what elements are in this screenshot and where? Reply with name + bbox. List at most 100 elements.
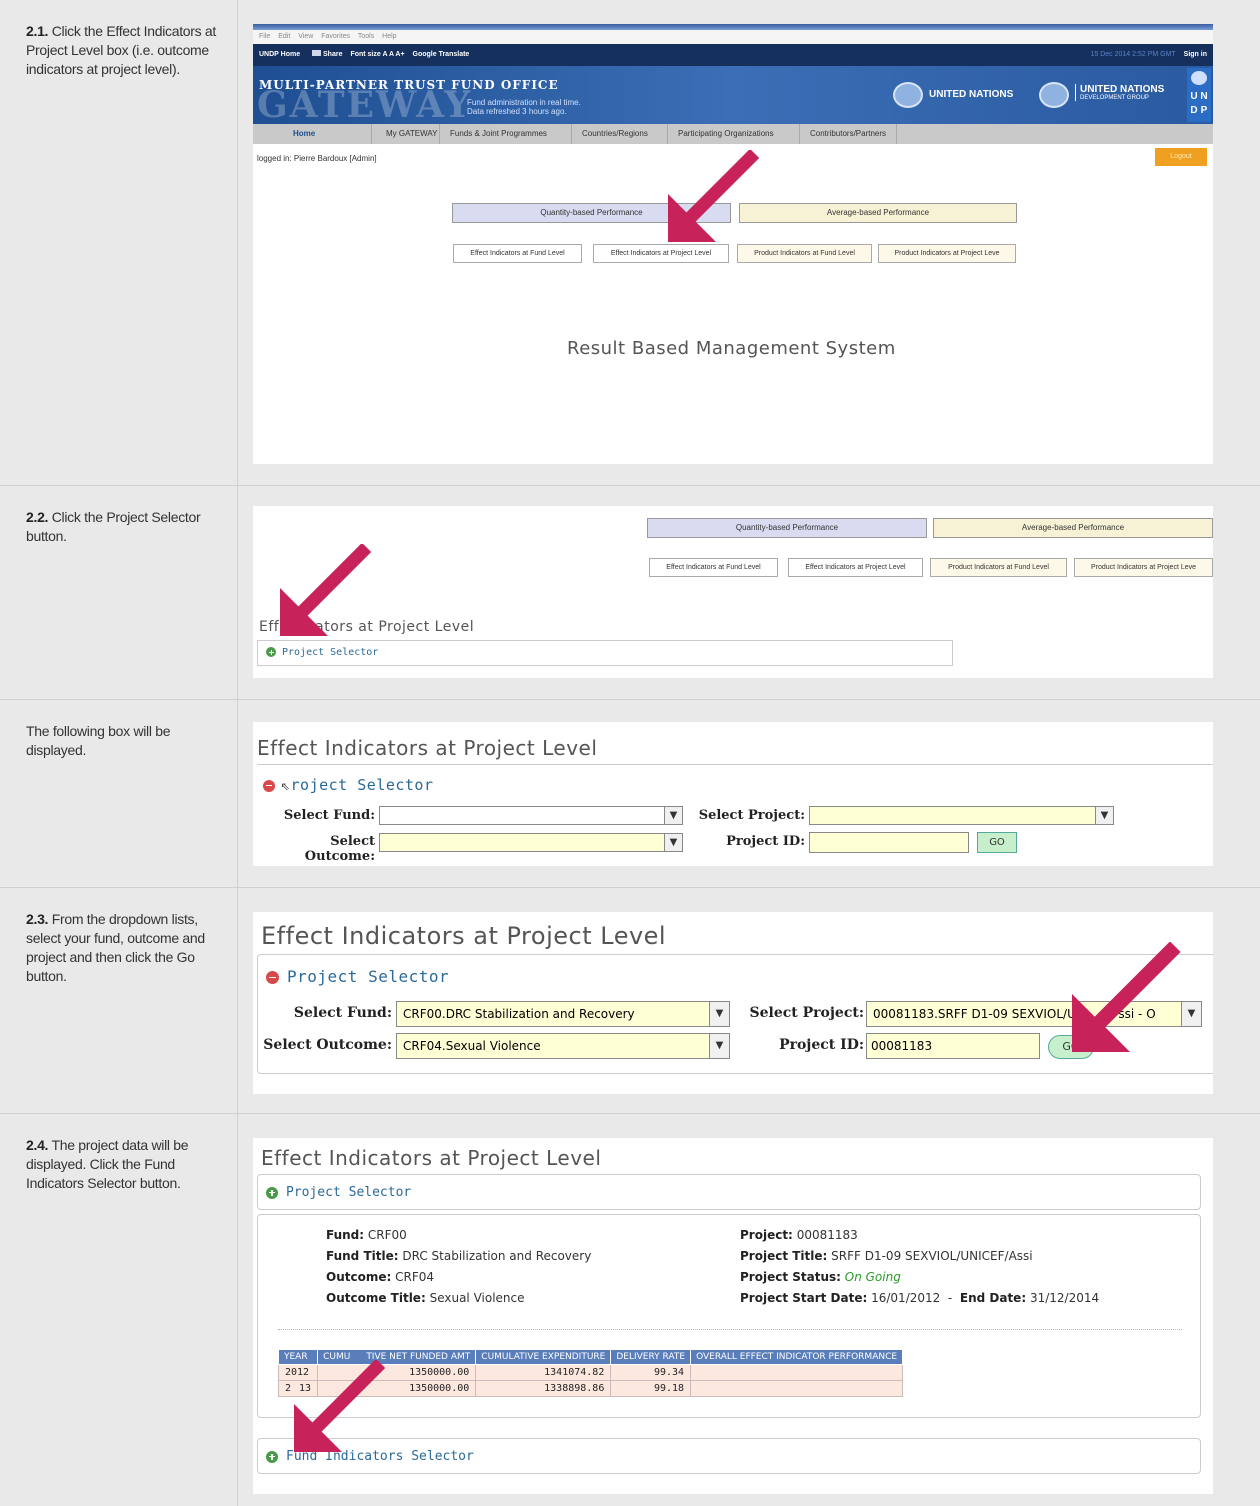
project-selector-button[interactable]: Project Selector — [266, 967, 449, 986]
chevron-down-icon: ▼ — [664, 834, 682, 851]
section-title: Effect Indicators at Project Level — [257, 736, 598, 760]
font-size-link[interactable]: Font size A A A+ — [350, 51, 404, 58]
undg-label: UNITED NATIONS DEVELOPMENT GROUP — [1075, 84, 1164, 101]
step-text: 2.1. Click the Effect Indicators at Proj… — [0, 0, 238, 485]
product-fund-level-button[interactable]: Product Indicators at Fund Level — [930, 558, 1067, 577]
date-time: 15 Dec 2014 2:52 PM GMT — [1090, 51, 1176, 58]
undp-toolbar: UNDP Home Share Font size A A A+ Google … — [253, 44, 1213, 66]
chevron-down-icon: ▼ — [709, 1034, 729, 1058]
logged-in-text: logged in: Pierre Bardoux [Admin] — [257, 154, 377, 163]
browser-menubar: File Edit View Favorites Tools Help — [253, 30, 1213, 44]
google-translate-link[interactable]: Google Translate — [413, 51, 470, 58]
select-outcome-label: Select Outcome: — [263, 1037, 392, 1053]
step-text: 2.4. The project data will be displayed.… — [0, 1114, 238, 1506]
select-project-label: Select Project: — [749, 1005, 864, 1021]
nav-countries[interactable]: Countries/Regions — [571, 124, 648, 144]
project-selector-button[interactable]: ⇖roject Selector — [263, 776, 434, 794]
step-row-2-2: 2.2. Click the Project Selector button. … — [0, 486, 1260, 700]
rbms-heading: Result Based Management System — [567, 338, 896, 359]
title-rule — [257, 764, 1213, 765]
effect-fund-level-button[interactable]: Effect Indicators at Fund Level — [649, 558, 778, 577]
screenshot-project-selector-collapsed: Quantity-based Performance Average-based… — [253, 506, 1213, 678]
gateway-refresh: Data refreshed 3 hours ago. — [467, 107, 567, 116]
cursor-icon: ⇖ — [281, 776, 291, 794]
select-fund-dropdown[interactable]: CRF00.DRC Stabilization and Recovery ▼ — [396, 1001, 730, 1027]
pointer-arrow-icon — [294, 1360, 386, 1452]
un-emblem-icon — [893, 82, 923, 108]
undp-logo: UNDP — [1187, 68, 1211, 122]
select-fund-label: Select Fund: — [283, 808, 375, 823]
select-outcome-dropdown[interactable]: ▼ — [379, 833, 683, 852]
select-outcome-label: Select Outcome: — [304, 834, 375, 864]
screenshot-project-selector-empty: Effect Indicators at Project Level ⇖roje… — [253, 722, 1213, 866]
plus-circle-icon — [266, 647, 276, 657]
chevron-down-icon: ▼ — [709, 1002, 729, 1026]
menu-view[interactable]: View — [298, 33, 313, 40]
nav-funds[interactable]: Funds & Joint Programmes — [439, 124, 547, 144]
undp-emblem-icon — [1191, 71, 1207, 85]
dotted-divider — [278, 1329, 1182, 1330]
share-icon[interactable] — [312, 50, 322, 56]
product-project-level-button[interactable]: Product Indicators at Project Leve — [878, 244, 1016, 263]
project-id-input[interactable] — [809, 832, 969, 853]
undp-home-link[interactable]: UNDP Home — [259, 51, 300, 58]
section-title: Effect Indicators at Project Level — [261, 1146, 602, 1170]
menu-help[interactable]: Help — [382, 33, 396, 40]
project-selector-button[interactable]: Project Selector — [266, 1185, 411, 1200]
pointer-arrow-icon — [280, 544, 372, 636]
nav-my-gateway[interactable]: My GATEWAY — [371, 124, 437, 144]
select-fund-dropdown[interactable]: ▼ — [379, 806, 683, 825]
minus-circle-icon — [266, 971, 279, 984]
select-project-dropdown[interactable]: ▼ — [809, 806, 1114, 825]
undg-emblem-icon — [1039, 82, 1069, 108]
pointer-arrow-icon — [668, 150, 760, 242]
effect-fund-level-button[interactable]: Effect Indicators at Fund Level — [453, 244, 582, 263]
average-performance-button[interactable]: Average-based Performance — [933, 518, 1213, 538]
chevron-down-icon: ▼ — [664, 807, 682, 824]
nav-contributors[interactable]: Contributors/Partners — [799, 124, 898, 144]
nav-home[interactable]: Home — [293, 124, 315, 144]
gateway-tagline: Fund administration in real time. — [467, 98, 581, 107]
project-selector-box: Project Selector — [257, 1174, 1201, 1210]
section-title: Effect Indicators at Project Level — [261, 922, 667, 950]
product-project-level-button[interactable]: Product Indicators at Project Leve — [1074, 558, 1213, 577]
step-text: The following box will be displayed. — [0, 700, 238, 887]
share-link[interactable]: Share — [323, 51, 342, 58]
sign-in-link[interactable]: Sign in — [1184, 51, 1207, 58]
project-id-label: Project ID: — [779, 1037, 864, 1053]
project-id-label: Project ID: — [726, 834, 805, 849]
plus-circle-icon — [266, 1186, 278, 1199]
project-details: Project: 00081183 Project Title: SRFF D1… — [740, 1228, 1100, 1305]
select-project-label: Select Project: — [698, 808, 805, 823]
project-id-input[interactable]: 00081183 — [866, 1033, 1040, 1059]
screenshot-project-data: Effect Indicators at Project Level Proje… — [253, 1138, 1213, 1494]
average-performance-button[interactable]: Average-based Performance — [739, 203, 1017, 223]
menu-tools[interactable]: Tools — [358, 33, 374, 40]
plus-circle-icon — [266, 1450, 278, 1463]
gateway-banner: MULTI-PARTNER TRUST FUND OFFICE GATEWAY … — [253, 66, 1213, 126]
project-selector-button[interactable]: Project Selector — [266, 647, 378, 658]
status-on-going: On Going — [844, 1270, 901, 1284]
nav-organizations[interactable]: Participating Organizations — [667, 124, 774, 144]
gateway-logo: GATEWAY — [257, 84, 472, 126]
chevron-down-icon: ▼ — [1181, 1002, 1201, 1026]
step-text: 2.2. Click the Project Selector button. — [0, 486, 238, 699]
project-details-panel: Fund: CRF00 Fund Title: DRC Stabilizatio… — [257, 1214, 1201, 1418]
chevron-down-icon: ▼ — [1095, 807, 1113, 824]
united-nations-label: UNITED NATIONS — [929, 89, 1014, 100]
menu-file[interactable]: File — [259, 33, 270, 40]
logout-button[interactable]: Logout — [1155, 148, 1207, 166]
select-outcome-dropdown[interactable]: CRF04.Sexual Violence ▼ — [396, 1033, 730, 1059]
main-nav: Home My GATEWAY Funds & Joint Programmes… — [253, 124, 1213, 144]
step-row-2-4: 2.4. The project data will be displayed.… — [0, 1114, 1260, 1506]
go-button[interactable]: GO — [977, 832, 1017, 853]
effect-project-level-button[interactable]: Effect Indicators at Project Level — [788, 558, 923, 577]
menu-favorites[interactable]: Favorites — [321, 33, 350, 40]
step-text: 2.3. From the dropdown lists, select you… — [0, 888, 238, 1113]
menu-edit[interactable]: Edit — [278, 33, 290, 40]
quantity-performance-button[interactable]: Quantity-based Performance — [647, 518, 927, 538]
pointer-arrow-icon — [1072, 942, 1181, 1052]
fund-indicators-box: Fund Indicators Selector — [257, 1438, 1201, 1474]
step-row-displayed-box: The following box will be displayed. Eff… — [0, 700, 1260, 888]
select-fund-label: Select Fund: — [293, 1005, 392, 1021]
